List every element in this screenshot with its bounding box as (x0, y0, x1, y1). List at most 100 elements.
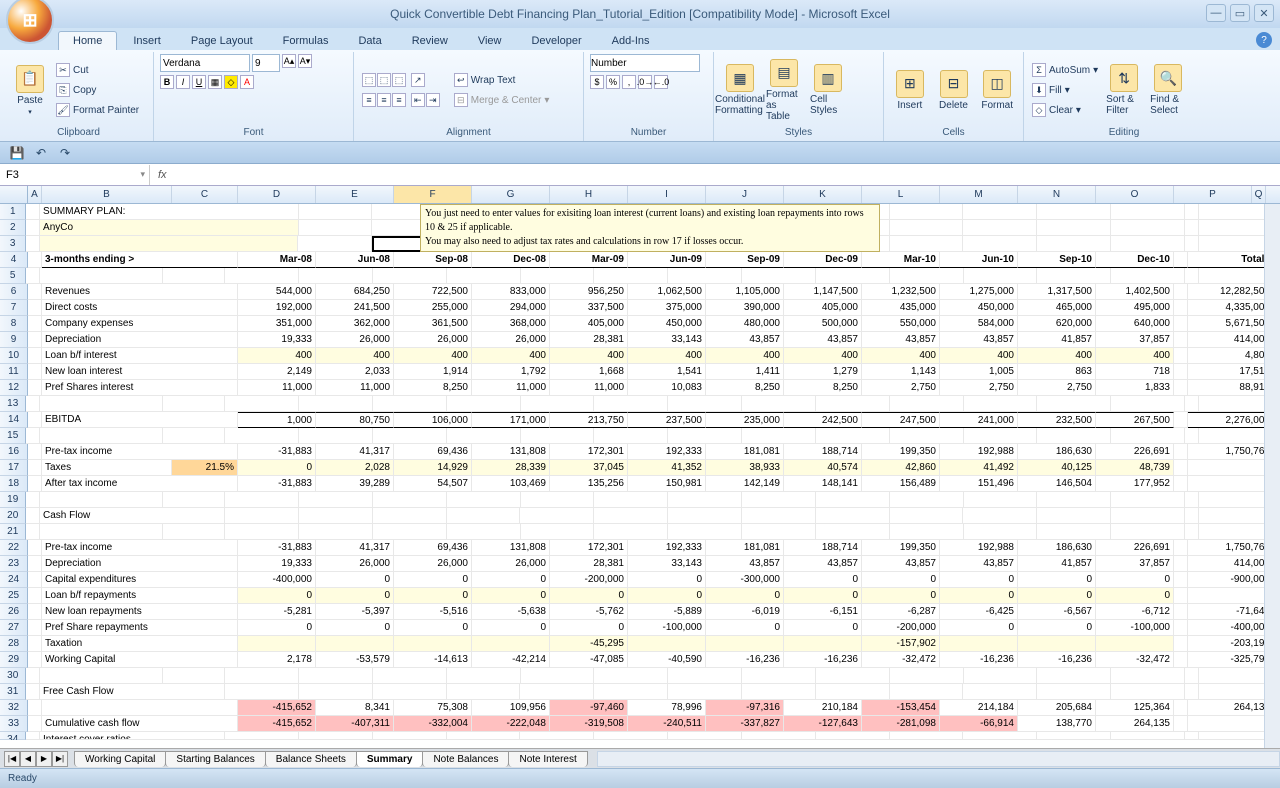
copy-button[interactable]: ⎘Copy (54, 81, 141, 99)
cell[interactable]: 78,996 (628, 700, 706, 716)
cell[interactable] (225, 508, 299, 524)
cell[interactable]: 12,282,500 (1188, 284, 1274, 300)
cell[interactable]: -100,000 (628, 620, 706, 636)
row-header[interactable]: 32 (0, 700, 28, 716)
cell[interactable]: 0 (550, 588, 628, 604)
cell[interactable] (1037, 508, 1111, 524)
cell[interactable]: 10,083 (628, 380, 706, 396)
autosum-button[interactable]: ΣAutoSum ▾ (1030, 61, 1100, 79)
cell[interactable] (26, 204, 40, 220)
cell[interactable] (964, 492, 1038, 508)
column-header-Q[interactable]: Q (1252, 186, 1266, 203)
increase-decimal-icon[interactable]: .0→ (638, 75, 652, 89)
cell[interactable]: Pre-tax income (42, 540, 238, 556)
cell[interactable] (42, 700, 238, 716)
cell[interactable]: 135,256 (550, 476, 628, 492)
cell[interactable]: Jun-08 (316, 252, 394, 268)
cell[interactable] (40, 428, 163, 444)
cell[interactable] (964, 268, 1038, 284)
cell[interactable] (299, 220, 373, 236)
cell[interactable]: 213,750 (550, 412, 628, 428)
cell[interactable] (1174, 460, 1188, 476)
cell[interactable] (472, 636, 550, 652)
cell[interactable]: -66,914 (940, 716, 1018, 732)
cell[interactable] (373, 396, 447, 412)
cell[interactable] (299, 204, 373, 220)
cell[interactable]: 450,000 (628, 316, 706, 332)
cell[interactable]: 1,000 (238, 412, 316, 428)
cell[interactable]: 414,000 (1188, 332, 1274, 348)
cell[interactable]: 0 (238, 588, 316, 604)
cell[interactable] (594, 396, 668, 412)
cell[interactable]: 43,857 (940, 332, 1018, 348)
cell[interactable]: Loan b/f interest (42, 348, 238, 364)
cell[interactable] (40, 492, 163, 508)
cell[interactable]: -71,642 (1188, 604, 1274, 620)
cell[interactable] (890, 396, 964, 412)
cell[interactable]: 294,000 (472, 300, 550, 316)
cell[interactable]: 0 (394, 620, 472, 636)
cell[interactable]: 0 (394, 572, 472, 588)
cell[interactable]: -31,883 (238, 476, 316, 492)
cell[interactable]: 186,630 (1018, 540, 1096, 556)
cell[interactable] (1037, 668, 1111, 684)
cell[interactable]: New loan interest (42, 364, 238, 380)
cell[interactable]: Jun-10 (940, 252, 1018, 268)
cell[interactable]: -40,590 (628, 652, 706, 668)
cell[interactable] (163, 668, 226, 684)
row-header[interactable]: 15 (0, 428, 26, 444)
cell[interactable]: 0 (1018, 572, 1096, 588)
cell[interactable] (26, 508, 40, 524)
cell[interactable]: 400 (472, 348, 550, 364)
cell[interactable]: Free Cash Flow (40, 684, 225, 700)
cell[interactable] (963, 732, 1037, 740)
cell[interactable]: 172,301 (550, 540, 628, 556)
cell[interactable]: 2,276,000 (1188, 412, 1274, 428)
cell[interactable]: Loan b/f repayments (42, 588, 238, 604)
cell[interactable]: 351,000 (238, 316, 316, 332)
cell[interactable]: -332,004 (394, 716, 472, 732)
cell[interactable] (1174, 364, 1188, 380)
cell[interactable]: Direct costs (42, 300, 238, 316)
cell[interactable]: 544,000 (238, 284, 316, 300)
cell[interactable]: -240,511 (628, 716, 706, 732)
cell[interactable]: 0 (940, 620, 1018, 636)
next-sheet-button[interactable]: ▶ (36, 751, 52, 767)
cell[interactable] (1185, 204, 1199, 220)
ribbon-tab-add-ins[interactable]: Add-Ins (598, 32, 664, 50)
cell[interactable]: 181,081 (706, 444, 784, 460)
cell[interactable]: -97,460 (550, 700, 628, 716)
column-header-J[interactable]: J (706, 186, 784, 203)
cell[interactable] (1185, 492, 1199, 508)
cell[interactable]: 232,500 (1018, 412, 1096, 428)
cell[interactable] (1185, 428, 1199, 444)
cell[interactable] (594, 668, 668, 684)
cell[interactable]: 41,857 (1018, 332, 1096, 348)
cell[interactable]: 43,857 (862, 556, 940, 572)
cell[interactable] (1111, 220, 1185, 236)
cell[interactable]: 4,335,000 (1188, 300, 1274, 316)
cell[interactable] (373, 524, 447, 540)
cell[interactable] (298, 236, 372, 252)
cell[interactable]: 584,000 (940, 316, 1018, 332)
close-button[interactable]: ✕ (1254, 4, 1274, 22)
cell[interactable]: -5,516 (394, 604, 472, 620)
cell[interactable]: 54,507 (394, 476, 472, 492)
cell[interactable] (668, 492, 742, 508)
format-cells-button[interactable]: ◫Format (977, 68, 1017, 113)
cell[interactable] (299, 732, 373, 740)
sheet-tab-working-capital[interactable]: Working Capital (74, 751, 166, 767)
cell[interactable]: 1,317,500 (1018, 284, 1096, 300)
cell[interactable] (890, 492, 964, 508)
row-header[interactable]: 9 (0, 332, 28, 348)
cell[interactable] (1174, 476, 1188, 492)
cell[interactable]: 2,750 (940, 380, 1018, 396)
cell[interactable]: SUMMARY PLAN: (40, 204, 298, 220)
cell[interactable]: 26,000 (472, 332, 550, 348)
fill-button[interactable]: ⬇Fill ▾ (1030, 81, 1100, 99)
cell[interactable]: 151,496 (940, 476, 1018, 492)
cell[interactable] (447, 684, 521, 700)
cell[interactable] (163, 396, 226, 412)
cell[interactable]: 242,500 (784, 412, 862, 428)
cell[interactable]: -5,397 (316, 604, 394, 620)
